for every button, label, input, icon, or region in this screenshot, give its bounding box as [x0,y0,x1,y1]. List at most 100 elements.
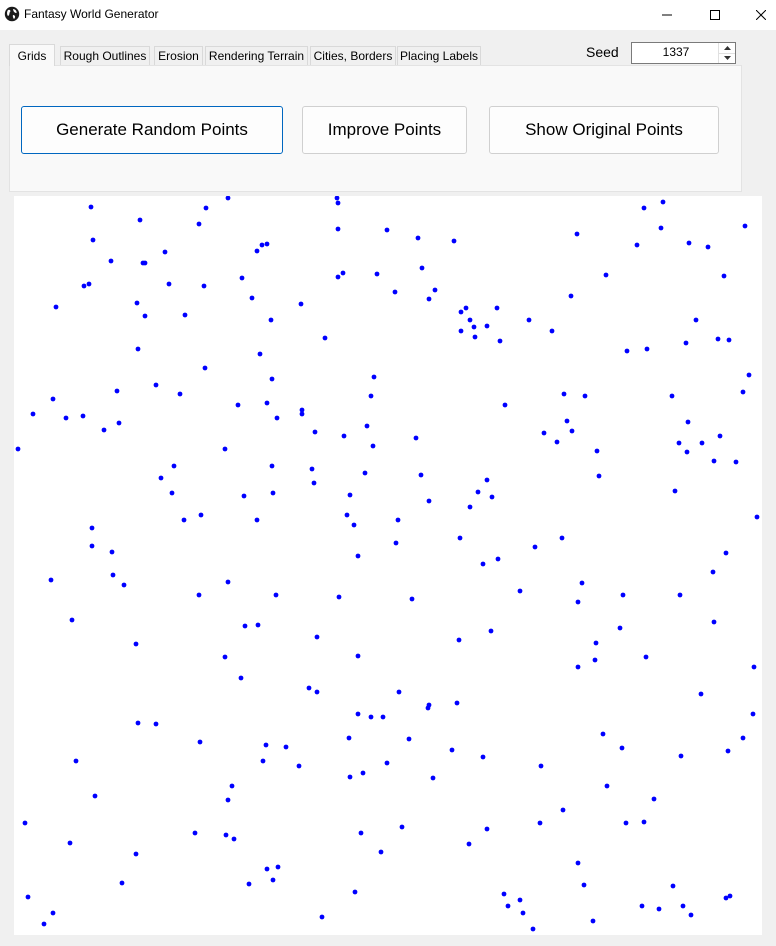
point-marker [579,580,585,586]
point-marker [25,894,31,900]
point-marker [669,393,675,399]
tab-rendering-terrain[interactable]: Rendering Terrain [205,46,308,65]
point-marker [705,244,711,250]
point-marker [53,304,59,310]
window-title: Fantasy World Generator [24,7,159,21]
point-marker [678,753,684,759]
point-marker [254,517,260,523]
point-marker [564,418,570,424]
tab-placing-labels[interactable]: Placing Labels [397,46,481,65]
tab-grids[interactable]: Grids [9,44,55,66]
point-marker [158,475,164,481]
point-marker [466,841,472,847]
point-marker [254,248,260,254]
seed-decrement-button[interactable] [719,53,735,63]
point-marker [50,396,56,402]
point-marker [717,433,723,439]
point-marker [684,449,690,455]
close-button[interactable] [738,0,776,30]
point-marker [298,301,304,307]
point-marker [135,346,141,352]
point-marker [235,402,241,408]
point-marker [517,897,523,903]
point-marker [255,622,261,628]
title-bar: Fantasy World Generator [0,0,776,30]
point-marker [334,196,340,201]
point-marker [680,903,686,909]
point-marker [672,488,678,494]
point-marker [458,328,464,334]
point-marker [746,372,752,378]
point-marker [352,889,358,895]
point-marker [454,700,460,706]
point-marker [554,439,560,445]
point-marker [263,742,269,748]
point-marker [393,540,399,546]
points-canvas[interactable] [14,196,762,935]
point-marker [69,617,75,623]
point-marker [418,472,424,478]
point-marker [559,535,565,541]
point-marker [181,517,187,523]
point-marker [229,783,235,789]
point-marker [457,535,463,541]
point-marker [335,274,341,280]
point-marker [641,205,647,211]
tab-rough-outlines[interactable]: Rough Outlines [60,46,150,65]
point-marker [223,832,229,838]
point-marker [355,653,361,659]
point-marker [166,281,172,287]
point-marker [370,443,376,449]
point-marker [430,775,436,781]
show-original-points-button[interactable]: Show Original Points [489,106,719,154]
minimize-button[interactable] [644,0,690,30]
seed-input[interactable]: 1337 [632,45,720,59]
point-marker [311,480,317,486]
point-marker [341,433,347,439]
point-marker [740,389,746,395]
point-marker [336,594,342,600]
point-marker [725,748,731,754]
point-marker [169,490,175,496]
improve-points-button[interactable]: Improve Points [302,106,467,154]
point-marker [406,736,412,742]
point-marker [101,427,107,433]
point-marker [196,221,202,227]
point-marker [594,448,600,454]
point-marker [182,312,188,318]
maximize-button[interactable] [692,0,738,30]
tab-cities-borders[interactable]: Cities, Borders [310,46,396,65]
globe-icon [4,6,20,22]
point-marker [685,419,691,425]
seed-stepper[interactable]: 1337 [631,42,736,64]
point-marker [502,402,508,408]
maximize-icon [710,10,720,20]
point-marker [392,289,398,295]
point-marker [541,430,547,436]
point-marker [683,340,689,346]
point-marker [259,242,265,248]
point-marker [360,770,366,776]
point-marker [676,440,682,446]
point-marker [246,881,252,887]
point-marker [171,463,177,469]
point-marker [202,365,208,371]
point-marker [517,588,523,594]
point-marker [568,293,574,299]
point-marker [711,458,717,464]
point-marker [231,836,237,842]
point-marker [494,305,500,311]
point-marker [268,317,274,323]
point-marker [484,323,490,329]
point-marker [296,763,302,769]
point-marker [109,549,115,555]
point-marker [426,498,432,504]
point-marker [374,271,380,277]
point-marker [257,351,263,357]
point-marker [651,796,657,802]
point-marker [368,714,374,720]
generate-random-points-button[interactable]: Generate Random Points [21,106,283,154]
tab-erosion[interactable]: Erosion [154,46,203,65]
point-marker [425,705,431,711]
point-marker [133,851,139,857]
